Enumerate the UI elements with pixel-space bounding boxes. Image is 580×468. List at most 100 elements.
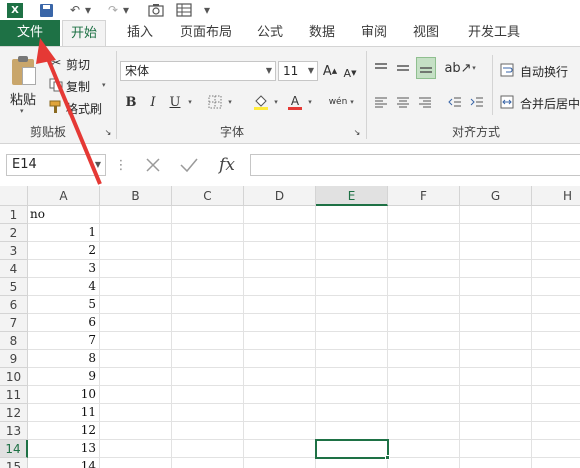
cell-e11[interactable] [316,386,388,404]
fill-color-dropdown-icon[interactable]: ▾ [272,95,280,109]
cell-c3[interactable] [172,242,244,260]
cell-f7[interactable] [388,314,460,332]
cell-g7[interactable] [460,314,532,332]
cell-f1[interactable] [388,206,460,224]
cell-a5[interactable]: 4 [28,278,100,296]
cell-f11[interactable] [388,386,460,404]
cell-c15[interactable] [172,458,244,468]
name-box[interactable]: E14 ▼ [6,154,106,176]
copy-button[interactable]: 复制 [66,78,90,95]
cell-f10[interactable] [388,368,460,386]
cell-a15[interactable]: 14 [28,458,100,468]
cell-d14[interactable] [244,440,316,458]
font-name-dropdown-icon[interactable]: ▼ [266,62,272,80]
font-name-combo[interactable]: 宋体 ▼ [120,61,276,81]
column-header-a[interactable]: A [28,186,100,206]
active-cell[interactable] [315,439,389,459]
cell-h11[interactable] [532,386,580,404]
cell-c13[interactable] [172,422,244,440]
row-header-9[interactable]: 9 [0,350,28,368]
font-launcher-icon[interactable]: ↘ [352,127,362,137]
cell-g3[interactable] [460,242,532,260]
save-icon[interactable] [36,1,56,19]
cell-g9[interactable] [460,350,532,368]
cell-f3[interactable] [388,242,460,260]
cell-a4[interactable]: 3 [28,260,100,278]
cell-e6[interactable] [316,296,388,314]
cell-g4[interactable] [460,260,532,278]
cell-d2[interactable] [244,224,316,242]
redo-icon[interactable]: ↷ [104,1,122,19]
increase-indent-icon[interactable] [468,93,486,111]
row-header-7[interactable]: 7 [0,314,28,332]
cell-d15[interactable] [244,458,316,468]
cell-b12[interactable] [100,404,172,422]
cell-c12[interactable] [172,404,244,422]
cell-c7[interactable] [172,314,244,332]
cell-d3[interactable] [244,242,316,260]
cell-e7[interactable] [316,314,388,332]
select-all-corner[interactable] [0,186,28,206]
cell-e4[interactable] [316,260,388,278]
underline-button[interactable]: U [168,93,182,111]
cell-e13[interactable] [316,422,388,440]
tab-developer[interactable]: 开发工具 [462,20,526,46]
merge-center-button[interactable]: 合并后居中 [520,95,580,112]
font-color-icon[interactable]: A [286,91,304,113]
cell-h3[interactable] [532,242,580,260]
align-center-icon[interactable] [394,93,412,111]
cell-a1[interactable]: no [28,206,100,224]
phonetic-icon[interactable]: wén [328,91,348,113]
cell-b6[interactable] [100,296,172,314]
insert-function-icon[interactable]: fx [212,152,242,178]
row-header-2[interactable]: 2 [0,224,28,242]
cell-b13[interactable] [100,422,172,440]
cell-b11[interactable] [100,386,172,404]
row-header-5[interactable]: 5 [0,278,28,296]
tab-insert[interactable]: 插入 [118,20,162,46]
font-size-dropdown-icon[interactable]: ▼ [308,62,314,80]
row-header-14[interactable]: 14 [0,440,28,458]
cell-a11[interactable]: 10 [28,386,100,404]
row-header-1[interactable]: 1 [0,206,28,224]
column-header-c[interactable]: C [172,186,244,206]
cell-b1[interactable] [100,206,172,224]
row-header-11[interactable]: 11 [0,386,28,404]
cell-b8[interactable] [100,332,172,350]
cell-f8[interactable] [388,332,460,350]
column-header-d[interactable]: D [244,186,316,206]
cell-f4[interactable] [388,260,460,278]
cell-c10[interactable] [172,368,244,386]
tab-file[interactable]: 文件 [0,20,60,46]
tab-page-layout[interactable]: 页面布局 [174,20,238,46]
column-header-e[interactable]: E [316,186,388,206]
cell-a9[interactable]: 8 [28,350,100,368]
cell-b2[interactable] [100,224,172,242]
wrap-text-button[interactable]: 自动换行 [520,63,568,80]
bold-button[interactable]: B [124,93,138,111]
border-dropdown-icon[interactable]: ▾ [226,95,234,109]
cell-g5[interactable] [460,278,532,296]
cell-d11[interactable] [244,386,316,404]
cut-button[interactable]: 剪切 [66,56,90,73]
cell-c8[interactable] [172,332,244,350]
paste-button[interactable]: 粘贴 [10,89,36,108]
cell-h15[interactable] [532,458,580,468]
cell-e2[interactable] [316,224,388,242]
camera-icon[interactable] [146,1,166,19]
copy-icon[interactable] [48,77,64,93]
cell-h2[interactable] [532,224,580,242]
cell-f12[interactable] [388,404,460,422]
cell-b3[interactable] [100,242,172,260]
cell-a6[interactable]: 5 [28,296,100,314]
cell-d5[interactable] [244,278,316,296]
cell-g14[interactable] [460,440,532,458]
cell-b14[interactable] [100,440,172,458]
row-header-13[interactable]: 13 [0,422,28,440]
cell-h8[interactable] [532,332,580,350]
paste-dropdown-icon[interactable]: ▾ [20,107,24,115]
decrease-font-icon[interactable]: A ▼ [342,63,358,83]
increase-font-icon[interactable]: A ▲ [322,61,338,81]
cell-d12[interactable] [244,404,316,422]
clipboard-launcher-icon[interactable]: ↘ [103,127,113,137]
